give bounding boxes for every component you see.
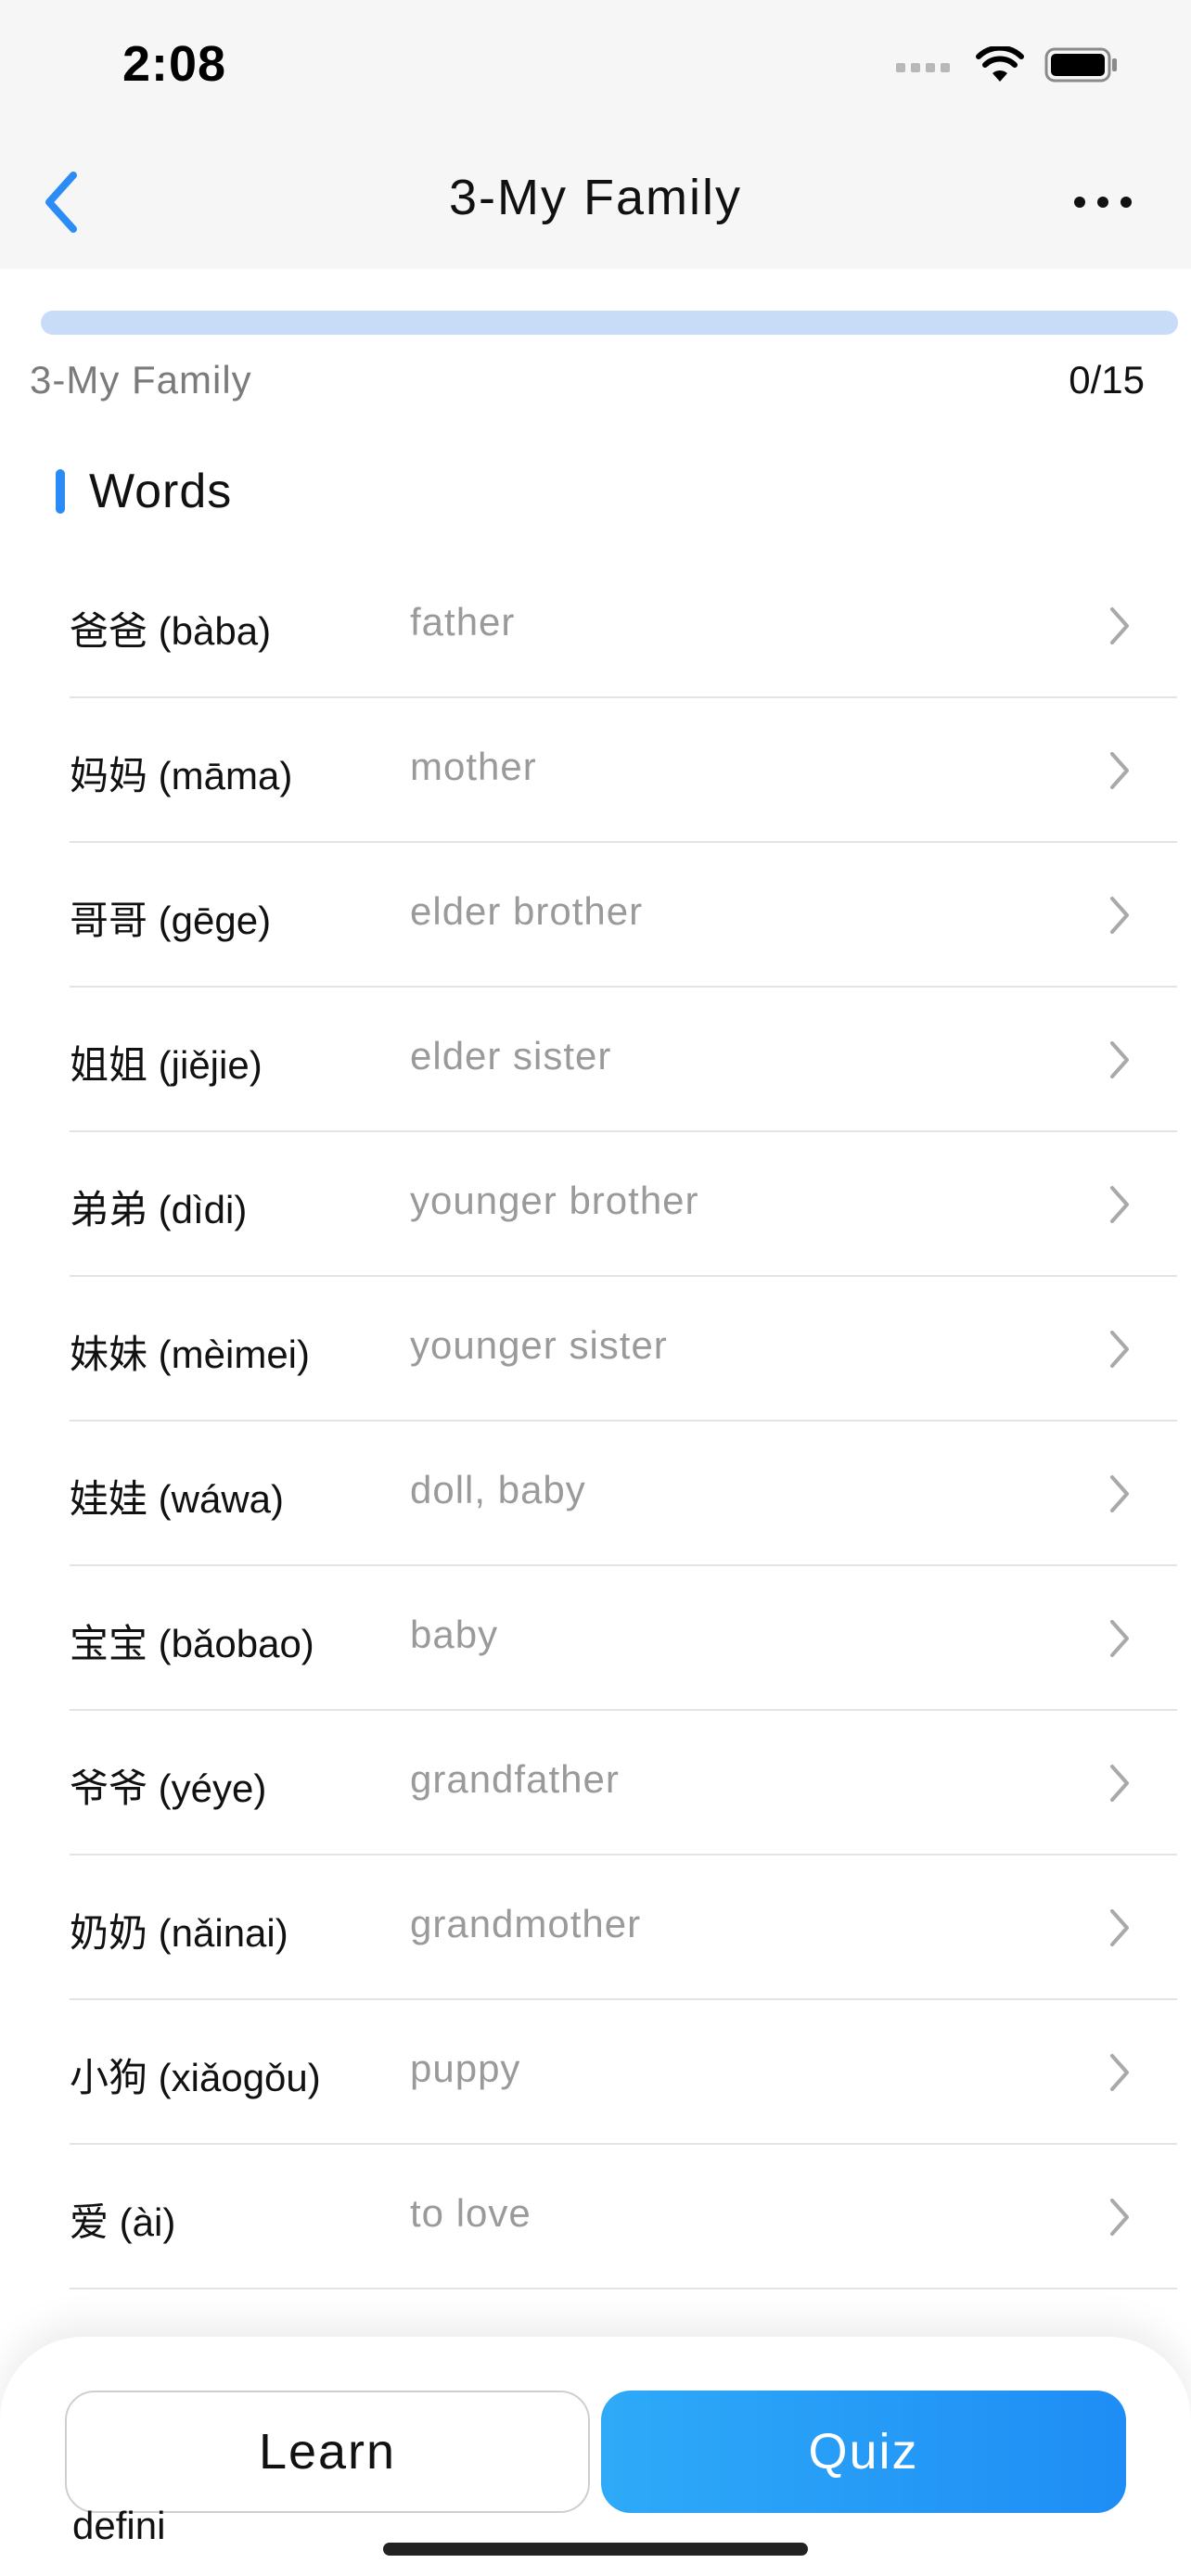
chevron-right-icon <box>1101 1468 1138 1520</box>
section-header: Words <box>56 464 232 519</box>
chevron-right-icon <box>1101 1323 1138 1375</box>
section-accent-bar <box>56 469 65 514</box>
word-meaning: father <box>410 600 516 644</box>
home-indicator[interactable] <box>383 2543 808 2556</box>
navigation-bar: 3-My Family <box>0 139 1191 269</box>
chevron-right-icon <box>1101 1613 1138 1664</box>
chevron-right-icon <box>1101 600 1138 652</box>
chevron-right-icon <box>1101 2191 1138 2243</box>
word-meaning: elder brother <box>410 889 644 933</box>
chevron-right-icon <box>1101 1757 1138 1809</box>
page-title: 3-My Family <box>449 170 742 225</box>
word-term: 爱 (ài) <box>70 2200 176 2244</box>
status-time: 2:08 <box>122 36 227 92</box>
chevron-right-icon <box>1101 1902 1138 1954</box>
word-term: 爷爷 (yéye) <box>70 1766 267 1810</box>
list-item[interactable]: 姐姐 (jiějie) elder sister <box>70 988 1177 1132</box>
status-icons <box>896 45 1119 88</box>
chevron-right-icon <box>1101 889 1138 941</box>
word-meaning: mother <box>410 745 537 788</box>
list-item[interactable]: 宝宝 (bǎobao) baby <box>70 1566 1177 1711</box>
word-term: 哥哥 (gēge) <box>70 899 272 942</box>
word-term: 妹妹 (mèimei) <box>70 1333 310 1376</box>
wifi-icon <box>976 45 1024 88</box>
progress-label: 3-My Family <box>30 358 252 402</box>
word-meaning: younger sister <box>410 1323 668 1367</box>
more-horizontal-icon <box>1073 196 1133 213</box>
bottom-action-bar: Learn Quiz <box>0 2337 1191 2576</box>
chevron-right-icon <box>1101 1034 1138 1086</box>
list-item[interactable]: 爱 (ài) to love <box>70 2145 1177 2289</box>
quiz-button[interactable]: Quiz <box>601 2391 1126 2513</box>
word-meaning: to love <box>410 2191 531 2235</box>
list-item[interactable]: 爸爸 (bàba) father <box>70 554 1177 698</box>
list-item[interactable]: 哥哥 (gēge) elder brother <box>70 843 1177 988</box>
list-item[interactable]: 奶奶 (nǎinai) grandmother <box>70 1855 1177 2000</box>
word-term: 娃娃 (wáwa) <box>70 1477 285 1521</box>
battery-icon <box>1044 46 1119 88</box>
progress-bar <box>41 311 1178 335</box>
status-bar: 2:08 <box>0 0 1191 139</box>
more-options-button[interactable] <box>1052 162 1154 246</box>
chevron-right-icon <box>1101 1179 1138 1231</box>
learn-button[interactable]: Learn <box>65 2391 590 2513</box>
signal-icon <box>896 56 955 79</box>
word-meaning: grandmother <box>410 1902 642 1945</box>
word-meaning: younger brother <box>410 1179 699 1222</box>
list-item[interactable]: 爷爷 (yéye) grandfather <box>70 1711 1177 1855</box>
word-meaning: baby <box>410 1613 499 1656</box>
list-item[interactable]: 小狗 (xiǎogǒu) puppy <box>70 2000 1177 2145</box>
section-title: Words <box>89 465 233 518</box>
word-meaning: puppy <box>410 2047 521 2090</box>
word-term: 弟弟 (dìdi) <box>70 1188 248 1231</box>
word-term: 妈妈 (māma) <box>70 754 293 797</box>
chevron-right-icon <box>1101 2047 1138 2098</box>
word-term: 宝宝 (bǎobao) <box>70 1622 314 1665</box>
word-term: 奶奶 (nǎinai) <box>70 1911 288 1955</box>
list-item[interactable]: 妹妹 (mèimei) younger sister <box>70 1277 1177 1422</box>
word-meaning: grandfather <box>410 1757 620 1801</box>
scrolled-content-peek: defini <box>72 2504 166 2547</box>
list-item[interactable]: 娃娃 (wáwa) doll, baby <box>70 1422 1177 1566</box>
word-meaning: doll, baby <box>410 1468 586 1511</box>
word-term: 小狗 (xiǎogǒu) <box>70 2056 321 2099</box>
word-term: 爸爸 (bàba) <box>70 609 272 653</box>
list-item[interactable]: 弟弟 (dìdi) younger brother <box>70 1132 1177 1277</box>
chevron-right-icon <box>1101 745 1138 797</box>
word-list: 爸爸 (bàba) father 妈妈 (māma) mother 哥哥 (gē… <box>70 554 1177 2289</box>
list-item[interactable]: 妈妈 (māma) mother <box>70 698 1177 843</box>
word-meaning: elder sister <box>410 1034 612 1078</box>
word-term: 姐姐 (jiějie) <box>70 1043 263 1087</box>
progress-count: 0/15 <box>1069 358 1145 402</box>
